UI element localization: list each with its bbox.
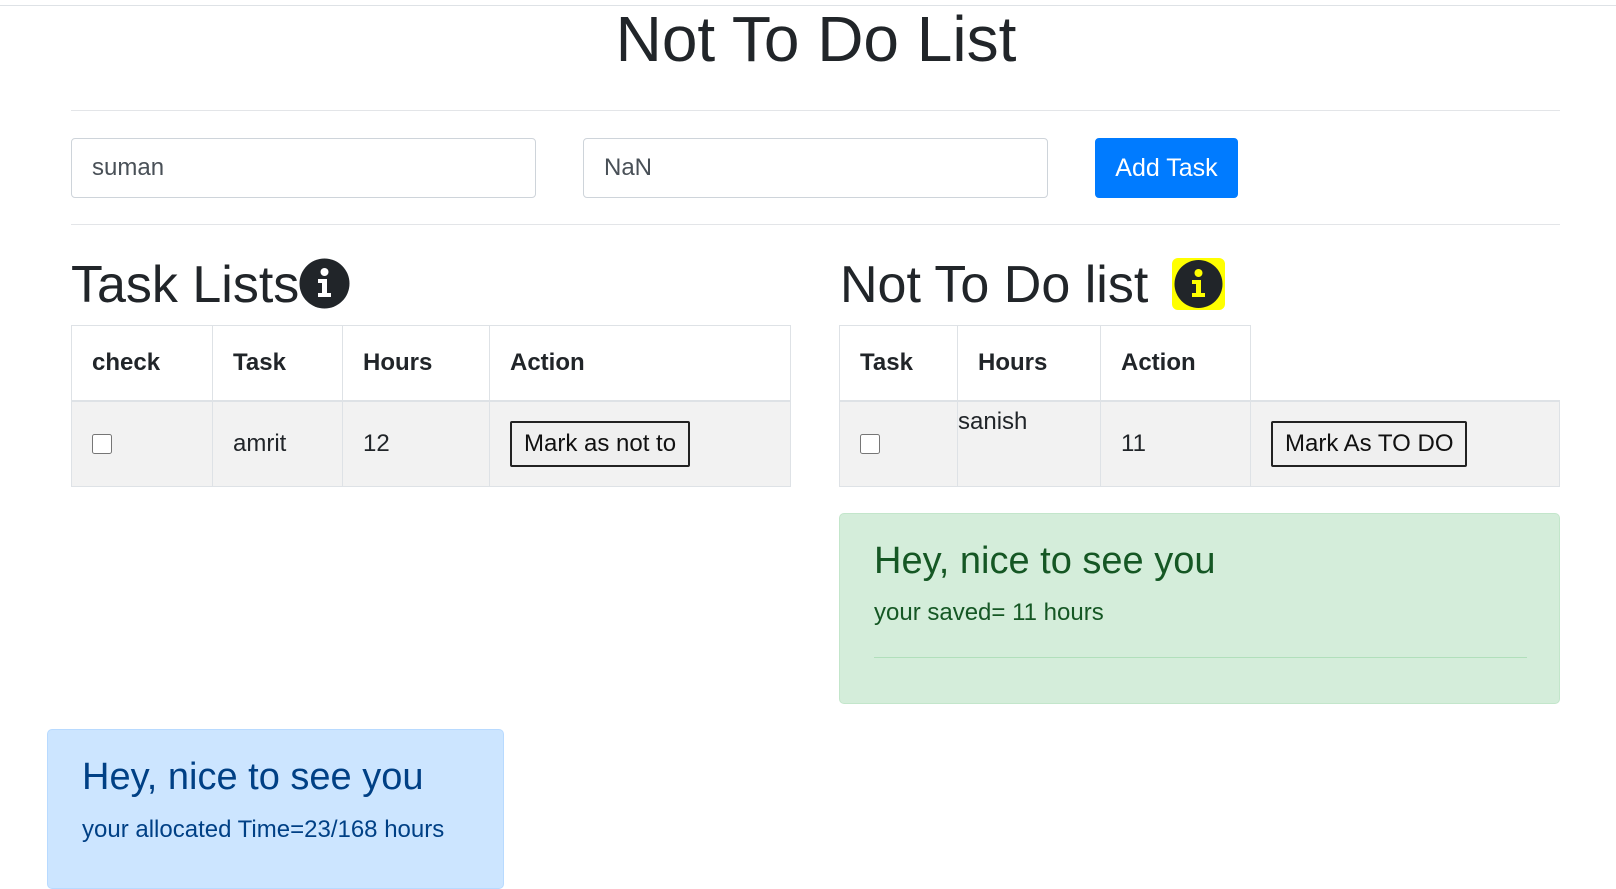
task-cell: amrit — [212, 400, 343, 487]
action-cell: Mark As TO DO — [1250, 400, 1560, 487]
table-header-row: Task Hours Action — [839, 325, 1560, 402]
mark-as-to-do-button[interactable]: Mark As TO DO — [1271, 420, 1468, 467]
task-list-heading: Task Lists — [71, 256, 300, 314]
column-header-task: Task — [839, 325, 958, 402]
page-title: Not To Do List — [615, 3, 1017, 75]
allocated-time-alert: Hey, nice to see you your allocated Time… — [47, 729, 504, 889]
table-row: amrit 12 Mark as not to — [71, 400, 791, 487]
divider — [71, 224, 1560, 225]
alert-divider — [874, 657, 1527, 658]
task-cell: sanish — [957, 400, 1101, 487]
not-to-do-checkbox[interactable] — [860, 433, 880, 454]
column-header-hours: Hours — [957, 325, 1101, 402]
task-table: check Task Hours Action amrit 12 Mark as… — [71, 325, 791, 487]
not-to-do-table: Task Hours Action sanish 11 Mark As TO D… — [839, 325, 1560, 487]
info-icon[interactable] — [299, 258, 350, 309]
info-icon[interactable] — [1172, 258, 1225, 310]
hours-input[interactable] — [583, 138, 1048, 198]
column-header-task: Task — [212, 325, 343, 402]
empty-header — [1250, 325, 1560, 402]
action-cell: Mark as not to — [489, 400, 791, 487]
hours-cell: 11 — [1100, 400, 1251, 487]
task-checkbox[interactable] — [92, 433, 112, 454]
saved-hours-text: your saved= 11 hours — [874, 599, 1104, 626]
table-row: sanish 11 Mark As TO DO — [839, 400, 1560, 487]
column-header-check: check — [71, 325, 213, 402]
alert-heading: Hey, nice to see you — [82, 756, 424, 798]
not-to-do-heading: Not To Do list — [840, 256, 1149, 314]
column-header-action: Action — [1100, 325, 1251, 402]
add-task-button[interactable]: Add Task — [1095, 138, 1238, 198]
allocated-time-text: your allocated Time=23/168 hours — [82, 816, 445, 843]
mark-as-not-to-do-button[interactable]: Mark as not to — [510, 420, 691, 467]
table-header-row: check Task Hours Action — [71, 325, 791, 402]
task-input[interactable] — [71, 138, 536, 198]
divider — [71, 110, 1560, 111]
column-header-action: Action — [489, 325, 791, 402]
check-cell — [839, 400, 958, 487]
column-header-hours: Hours — [342, 325, 490, 402]
hours-cell: 12 — [342, 400, 490, 487]
alert-heading: Hey, nice to see you — [874, 540, 1216, 582]
saved-hours-alert: Hey, nice to see you your saved= 11 hour… — [839, 513, 1560, 704]
check-cell — [71, 400, 213, 487]
